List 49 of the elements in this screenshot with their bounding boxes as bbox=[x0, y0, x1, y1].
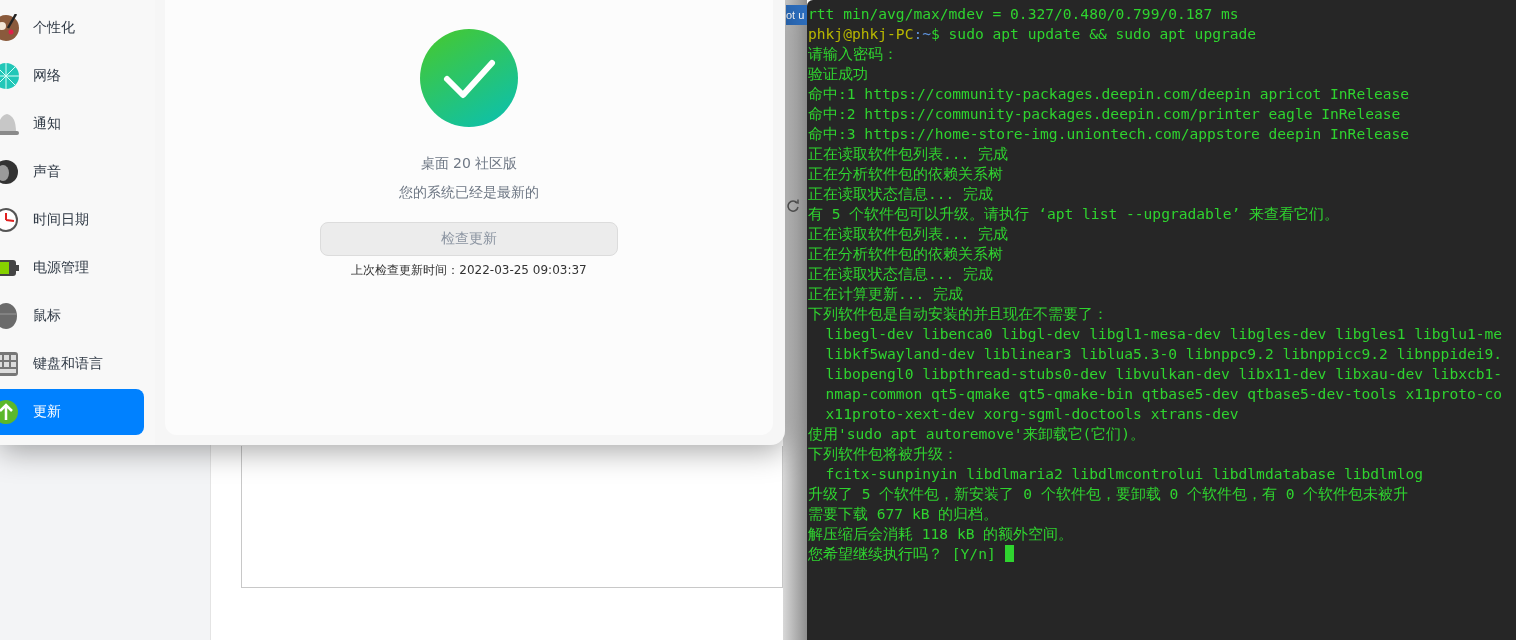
palette-icon bbox=[0, 14, 20, 42]
terminal-line: 正在读取软件包列表... 完成 bbox=[807, 224, 1010, 244]
sidebar-item[interactable]: 通知 bbox=[0, 101, 144, 147]
arrow-up-icon bbox=[0, 398, 20, 426]
terminal-line: libegl-dev libenca0 libgl-dev libgl1-mesa-dev libgles-dev libgles1 libglu1-me bbox=[824, 324, 1504, 344]
check-icon bbox=[420, 29, 518, 127]
sidebar-item[interactable]: 更新 bbox=[0, 389, 144, 435]
terminal-line: 下列软件包将被升级： bbox=[807, 444, 959, 464]
terminal-line: 请输入密码： bbox=[807, 44, 899, 64]
terminal-line: libkf5wayland-dev liblinear3 liblua5.3-0 libnppc9.2 libnppicc9.2 libnppidei9. bbox=[824, 344, 1504, 364]
sidebar-item[interactable]: 鼠标 bbox=[0, 293, 144, 339]
terminal-line: fcitx-sunpinyin libdlmaria2 libdlmcontrolui libdlmdatabase libdlmlog bbox=[824, 464, 1425, 484]
terminal-line: 正在分析软件包的依赖关系树 bbox=[807, 244, 1004, 264]
sidebar-item[interactable]: 个性化 bbox=[0, 5, 144, 51]
terminal-line: 您希望继续执行吗？ [Y/n] bbox=[807, 544, 1516, 564]
sidebar-item[interactable]: 时间日期 bbox=[0, 197, 144, 243]
status-text: 您的系统已经是最新的 bbox=[399, 184, 539, 202]
terminal-line: 正在读取状态信息... 完成 bbox=[807, 184, 995, 204]
terminal-line: 下列软件包是自动安装的并且现在不需要了： bbox=[807, 304, 1109, 324]
terminal-line: 命中:3 https://home-store-img.uniontech.com/appstore deepin InRelease bbox=[807, 124, 1411, 144]
keyboard-icon bbox=[0, 350, 20, 378]
terminal-line: 命中:2 https://community-packages.deepin.com/printer eagle InRelease bbox=[807, 104, 1402, 124]
terminal-line: 解压缩后会消耗 118 kB 的额外空间。 bbox=[807, 524, 1075, 544]
edition-label: 桌面 20 社区版 bbox=[420, 155, 518, 173]
terminal-line: libopengl0 libpthread-stubs0-dev libvulkan-dev libx11-dev libxau-dev libxcb1- bbox=[824, 364, 1504, 384]
speaker-icon bbox=[0, 158, 20, 186]
terminal-line: 升级了 5 个软件包，新安装了 0 个软件包，要卸载 0 个软件包，有 0 个软件包未被升 bbox=[807, 484, 1410, 504]
terminal-line: 正在读取软件包列表... 完成 bbox=[807, 144, 1010, 164]
sidebar-item[interactable]: 电源管理 bbox=[0, 245, 144, 291]
terminal-line: rtt min/avg/max/mdev = 0.327/0.480/0.799/0.187 ms bbox=[807, 4, 1240, 24]
tab[interactable]: ot u bbox=[786, 5, 807, 25]
terminal-line: 正在读取状态信息... 完成 bbox=[807, 264, 995, 284]
terminal-line: 验证成功 bbox=[807, 64, 869, 84]
mouse-icon bbox=[0, 302, 20, 330]
terminal-line: nmap-common qt5-qmake qt5-qmake-bin qtbase5-dev qtbase5-dev-tools x11proto-co bbox=[824, 384, 1504, 404]
sidebar-item[interactable]: 网络 bbox=[0, 53, 144, 99]
terminal-line: 命中:1 https://community-packages.deepin.com/deepin apricot InRelease bbox=[807, 84, 1411, 104]
last-check-text: 上次检查更新时间：2022-03-25 09:03:37 bbox=[351, 262, 587, 279]
sidebar-item[interactable]: 键盘和语言 bbox=[0, 341, 144, 387]
terminal-line: phkj@phkj-PC:~$ sudo apt update && sudo apt upgrade bbox=[807, 24, 1258, 44]
terminal-line: x11proto-xext-dev xorg-sgml-doctools xtrans-dev bbox=[824, 404, 1240, 424]
sidebar-item[interactable]: 声音 bbox=[0, 149, 144, 195]
terminal-line: 正在分析软件包的依赖关系树 bbox=[807, 164, 1004, 184]
terminal-line: 正在计算更新... 完成 bbox=[807, 284, 965, 304]
terminal-line: 有 5 个软件包可以升级。请执行 ‘apt list --upgradable’ 来查看它们。 bbox=[807, 204, 1340, 224]
terminal-line: 使用'sudo apt autoremove'来卸载它(它们)。 bbox=[807, 424, 1147, 444]
globe-icon bbox=[0, 62, 20, 90]
terminal-line: 需要下载 677 kB 的归档。 bbox=[807, 504, 1000, 524]
circular-arrow-icon[interactable] bbox=[786, 198, 800, 212]
